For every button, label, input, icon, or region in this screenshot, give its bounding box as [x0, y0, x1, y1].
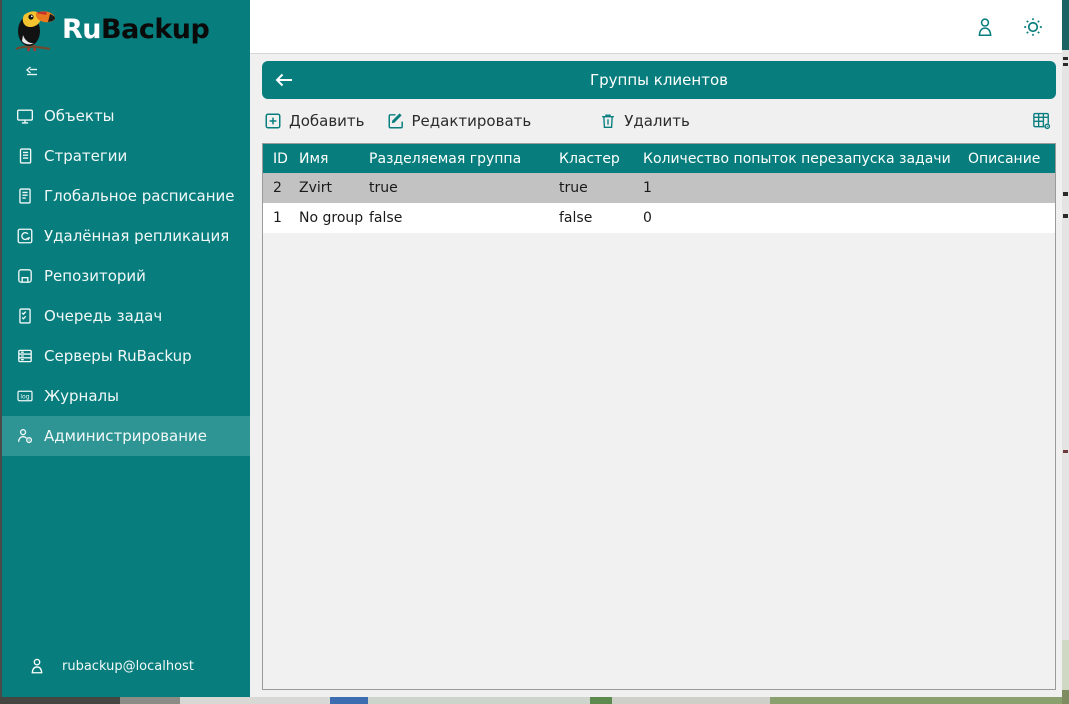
sidebar-item-label: Серверы RuBackup: [44, 347, 192, 365]
trash-icon: [599, 112, 617, 130]
cell-shared-group: true: [369, 180, 398, 196]
user-icon: [28, 657, 46, 675]
sidebar-item-label: Стратегии: [44, 147, 128, 165]
strategies-document-icon: [16, 147, 34, 165]
main-area: Группы клиентов Добавить Редактировать У…: [250, 0, 1062, 697]
back-button[interactable]: [272, 68, 296, 92]
cell-description: [968, 203, 1055, 233]
repository-save-icon: [16, 267, 34, 285]
settings-gear-icon[interactable]: [1022, 16, 1044, 38]
sidebar-item-servers[interactable]: Серверы RuBackup: [2, 336, 250, 376]
sidebar-item-remote-replication[interactable]: Удалённая репликация: [2, 216, 250, 256]
collapse-sidebar-button[interactable]: [2, 56, 250, 86]
client-groups-table: ID Имя Разделяемая группа Кластер Количе…: [262, 143, 1056, 690]
content-area: Группы клиентов Добавить Редактировать У…: [250, 54, 1062, 697]
column-header-id[interactable]: ID: [263, 144, 299, 173]
cell-cluster: false: [559, 210, 593, 226]
add-button[interactable]: Добавить: [264, 112, 365, 130]
column-header-name[interactable]: Имя: [299, 144, 369, 173]
desktop-edge: [0, 697, 1062, 704]
sidebar-item-label: Объекты: [44, 107, 115, 125]
monitor-icon: [16, 107, 34, 125]
cell-cluster: true: [559, 180, 588, 196]
logo-text-ru: Ru: [62, 13, 102, 45]
logged-in-user-label: rubackup@localhost: [62, 658, 194, 674]
sidebar-item-task-queue[interactable]: Очередь задач: [2, 296, 250, 336]
svg-text:log: log: [20, 394, 29, 401]
panel-titlebar: Группы клиентов: [262, 61, 1056, 99]
toolbar: Добавить Редактировать Удалить: [262, 99, 1056, 143]
sidebar-item-label: Администрирование: [44, 427, 208, 445]
sidebar: RuBackup Объекты Стратегии Глобальное ра…: [2, 0, 250, 697]
table-row[interactable]: 2 Zvirt true true 1: [263, 173, 1055, 203]
column-header-shared-group[interactable]: Разделяемая группа: [369, 144, 559, 173]
cell-restart-attempts: 0: [643, 210, 652, 226]
sidebar-item-label: Очередь задач: [44, 307, 163, 325]
cell-name: Zvirt: [299, 180, 333, 196]
replication-sync-icon: [16, 227, 34, 245]
admin-user-gear-icon: [16, 427, 34, 445]
logo-text: RuBackup: [62, 13, 210, 45]
sidebar-item-label: Журналы: [44, 387, 119, 405]
sidebar-item-label: Глобальное расписание: [44, 187, 235, 205]
log-icon: log: [16, 387, 34, 405]
delete-button-label: Удалить: [624, 112, 690, 130]
logo-text-backup: Backup: [101, 13, 210, 45]
add-plus-icon: [264, 112, 282, 130]
column-header-restart-attempts[interactable]: Количество попыток перезапуска задачи: [643, 144, 968, 173]
add-button-label: Добавить: [289, 112, 365, 130]
cell-name: No group: [299, 210, 364, 226]
task-queue-checklist-icon: [16, 307, 34, 325]
sidebar-item-administration[interactable]: Администрирование: [2, 416, 250, 456]
edit-button[interactable]: Редактировать: [387, 112, 532, 130]
schedule-document-icon: [16, 187, 34, 205]
column-header-cluster[interactable]: Кластер: [559, 144, 643, 173]
cell-restart-attempts: 1: [643, 180, 652, 196]
sidebar-item-strategies[interactable]: Стратегии: [2, 136, 250, 176]
delete-button[interactable]: Удалить: [599, 112, 690, 130]
sidebar-item-objects[interactable]: Объекты: [2, 96, 250, 136]
sidebar-item-repository[interactable]: Репозиторий: [2, 256, 250, 296]
table-header-row: ID Имя Разделяемая группа Кластер Количе…: [263, 144, 1055, 173]
sidebar-item-global-schedule[interactable]: Глобальное расписание: [2, 176, 250, 216]
back-arrow-icon: [275, 73, 292, 87]
cell-id: 1: [273, 210, 282, 226]
table-column-settings-icon[interactable]: [1032, 111, 1052, 131]
cell-shared-group: false: [369, 210, 403, 226]
cell-id: 2: [273, 180, 282, 196]
top-header: [250, 0, 1062, 54]
user-icon[interactable]: [974, 16, 996, 38]
cell-description: [968, 173, 1055, 203]
edit-button-label: Редактировать: [411, 112, 532, 130]
edit-pencil-icon: [387, 112, 405, 130]
page-title: Группы клиентов: [590, 71, 728, 89]
column-header-description[interactable]: Описание: [968, 144, 1055, 173]
collapse-sidebar-icon: [22, 66, 250, 80]
servers-icon: [16, 347, 34, 365]
sidebar-item-label: Репозиторий: [44, 267, 146, 285]
app-window: RuBackup Объекты Стратегии Глобальное ра…: [0, 0, 1062, 697]
sidebar-item-logs[interactable]: log Журналы: [2, 376, 250, 416]
sidebar-nav: Объекты Стратегии Глобальное расписание: [2, 96, 250, 456]
background-window-edge: [1062, 0, 1069, 704]
sidebar-user-info: rubackup@localhost: [2, 657, 250, 697]
sidebar-item-label: Удалённая репликация: [44, 227, 230, 245]
toucan-logo-icon: [10, 5, 56, 53]
app-logo: RuBackup: [2, 0, 250, 56]
table-row[interactable]: 1 No group false false 0: [263, 203, 1055, 233]
